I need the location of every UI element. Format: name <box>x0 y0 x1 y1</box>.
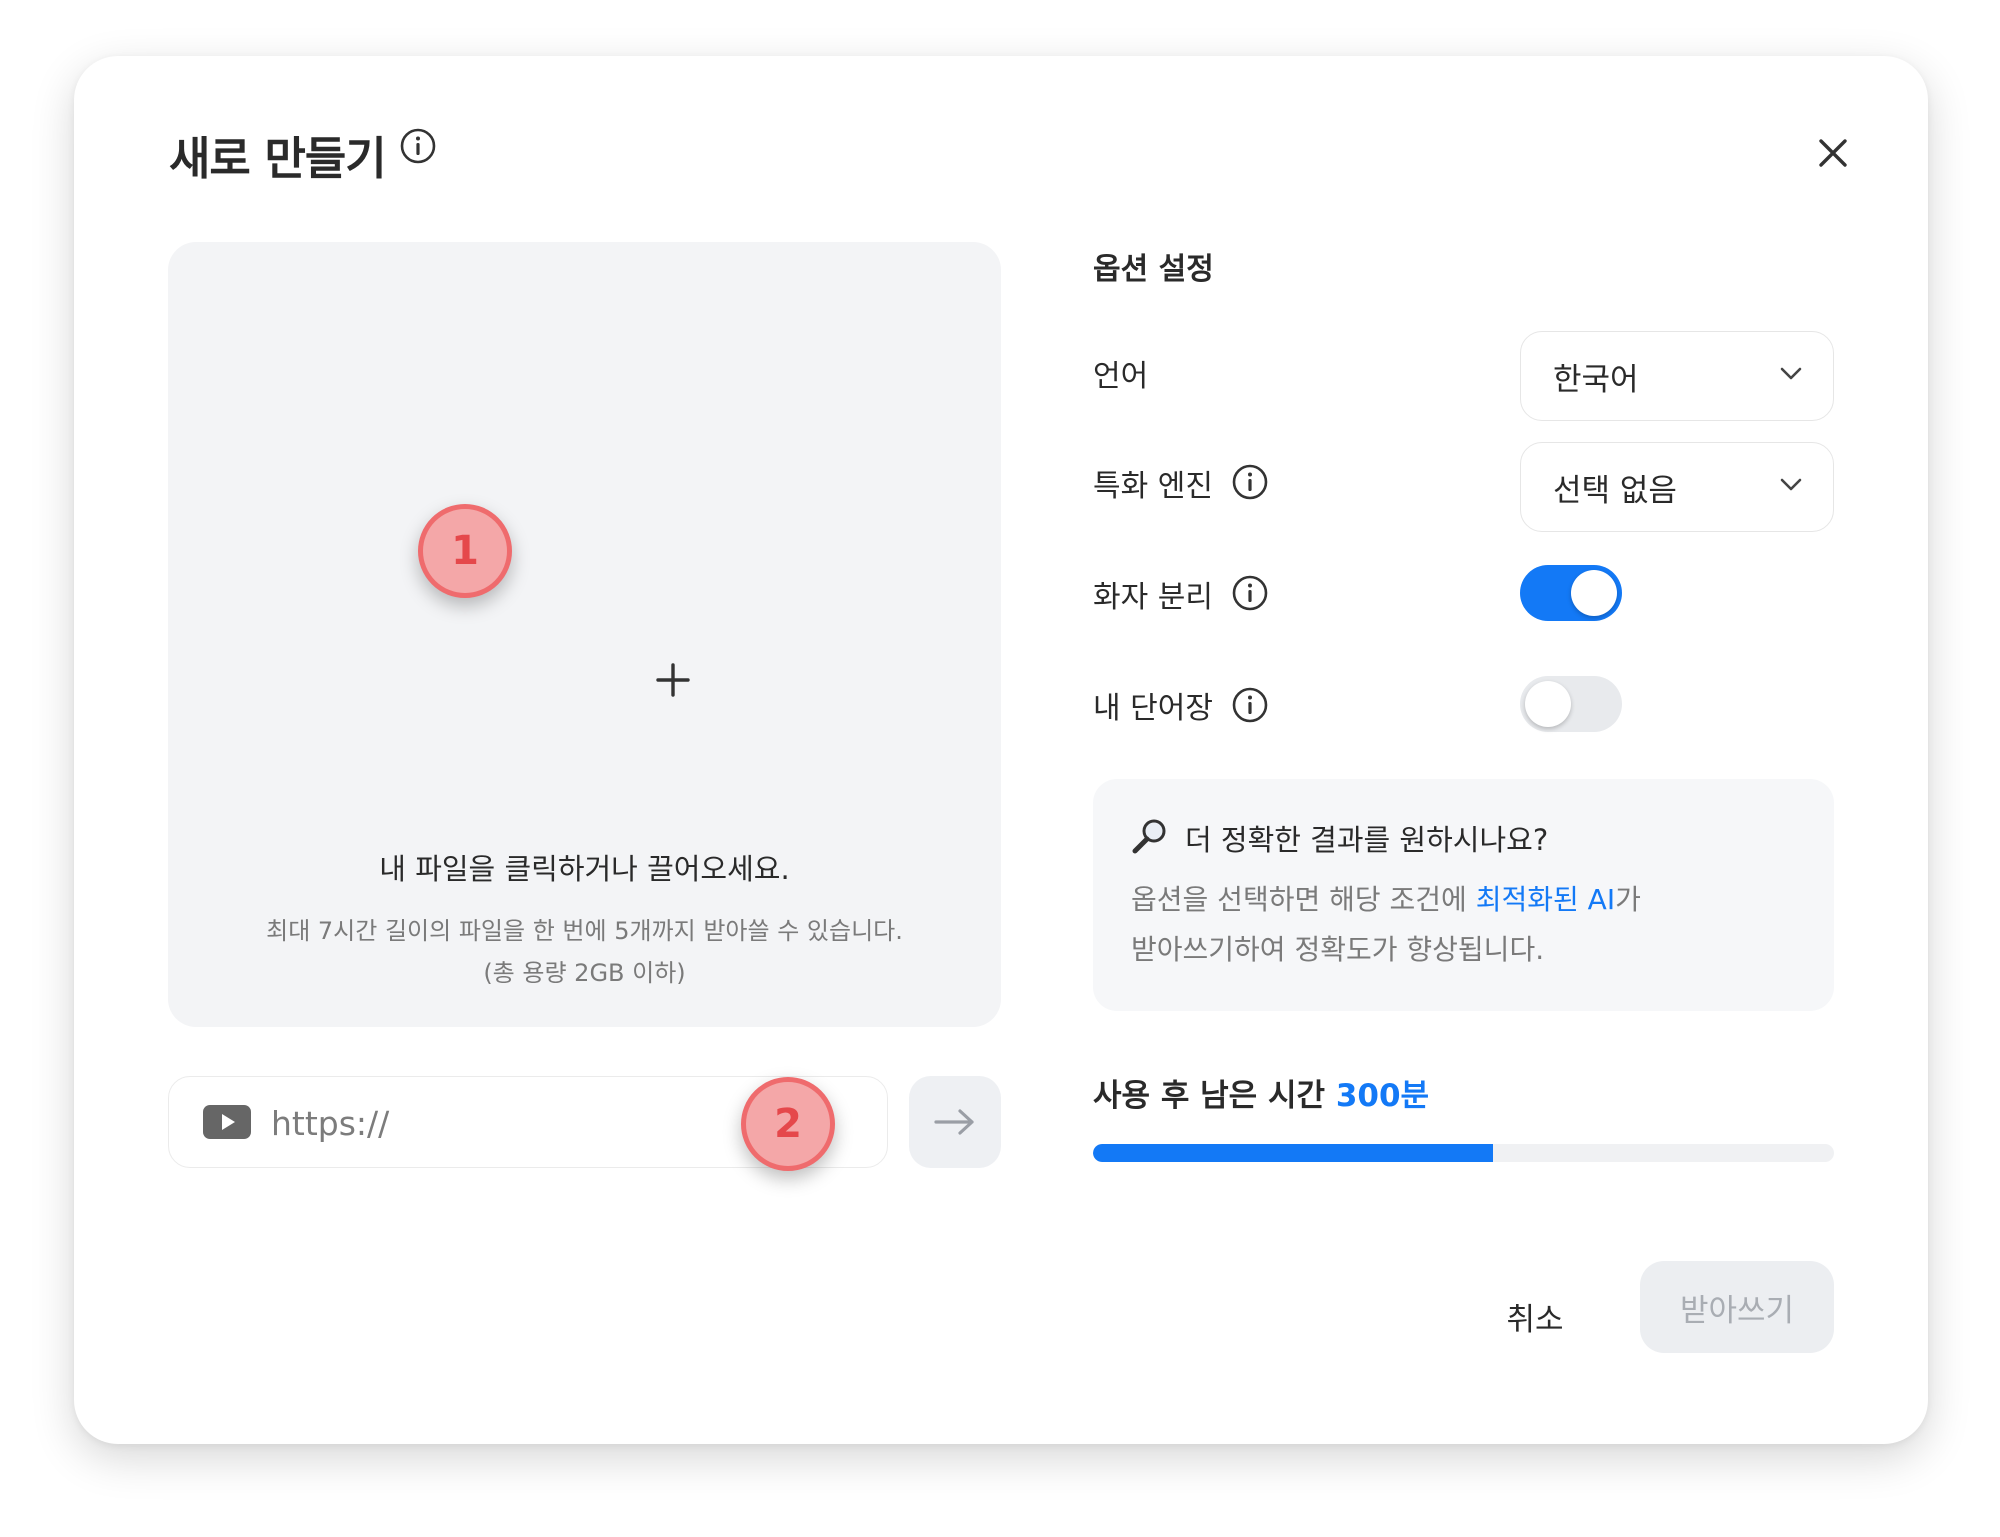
chevron-down-icon <box>1780 478 1802 491</box>
step-badge-1: 1 <box>418 504 512 598</box>
remaining-time-progress-fill <box>1093 1144 1494 1162</box>
language-label: 언어 <box>1093 359 1149 394</box>
url-input[interactable] <box>269 1093 723 1153</box>
toggle-knob <box>1571 570 1617 616</box>
youtube-icon <box>203 1105 251 1139</box>
close-button[interactable] <box>1808 128 1858 178</box>
plus-icon <box>656 663 690 697</box>
tip-title: 더 정확한 결과를 원하시나요? <box>1185 823 1549 857</box>
close-icon <box>1819 139 1847 167</box>
accuracy-tip-box: 더 정확한 결과를 원하시나요? 옵션을 선택하면 해당 조건에 최적화된 AI… <box>1093 779 1834 1011</box>
my-vocabulary-info-icon[interactable] <box>1231 686 1269 724</box>
step-badge-2: 2 <box>741 1077 835 1171</box>
tip-body-line1: 옵션을 선택하면 해당 조건에 최적화된 AI가 <box>1131 875 1641 925</box>
chevron-down-icon <box>1780 367 1802 380</box>
engine-select-value: 선택 없음 <box>1553 473 1677 509</box>
dropzone-limits: 최대 7시간 길이의 파일을 한 번에 5개까지 받아쓸 수 있습니다. (총 … <box>168 910 1001 994</box>
url-submit-button[interactable] <box>909 1076 1001 1168</box>
remaining-time-label: 사용 후 남은 시간 <box>1093 1078 1326 1114</box>
tip-body-text-1: 옵션을 선택하면 해당 조건에 <box>1131 883 1476 916</box>
remaining-time-progress <box>1093 1144 1834 1162</box>
arrow-right-icon <box>934 1109 974 1135</box>
remaining-time: 사용 후 남은 시간 300분 <box>1093 1070 1429 1115</box>
engine-select[interactable]: 선택 없음 <box>1520 442 1834 532</box>
engine-label: 특화 엔진 <box>1093 469 1213 504</box>
my-vocabulary-toggle[interactable] <box>1520 676 1622 732</box>
transcribe-button[interactable]: 받아쓰기 <box>1640 1261 1834 1353</box>
tip-body-text-2: 가 <box>1615 883 1641 916</box>
my-vocabulary-label: 내 단어장 <box>1093 691 1213 726</box>
toggle-knob <box>1525 681 1571 727</box>
tip-body: 옵션을 선택하면 해당 조건에 최적화된 AI가 받아쓰기하여 정확도가 향상됩… <box>1131 875 1641 975</box>
dropzone-instruction: 내 파일을 클릭하거나 끌어오세요. <box>379 852 790 886</box>
title-info-icon[interactable] <box>399 127 437 165</box>
cancel-button[interactable]: 취소 <box>1480 1286 1590 1346</box>
file-dropzone[interactable]: 내 파일을 클릭하거나 끌어오세요. 최대 7시간 길이의 파일을 한 번에 5… <box>168 242 1001 1027</box>
new-transcription-dialog: 새로 만들기 내 파일을 클릭하거나 끌어오세요. 최대 7시간 길이의 파일을… <box>74 56 1928 1444</box>
dropzone-limits-line1: 최대 7시간 길이의 파일을 한 번에 5개까지 받아쓸 수 있습니다. <box>266 917 903 945</box>
speaker-separation-toggle[interactable] <box>1520 565 1622 621</box>
speaker-separation-label: 화자 분리 <box>1093 580 1213 615</box>
tip-body-line2: 받아쓰기하여 정확도가 향상됩니다. <box>1131 933 1545 966</box>
options-section-title: 옵션 설정 <box>1093 252 1214 287</box>
language-select-value: 한국어 <box>1553 362 1639 398</box>
engine-info-icon[interactable] <box>1231 463 1269 501</box>
dropzone-limits-line2: (총 용량 2GB 이하) <box>483 959 686 987</box>
tip-body-highlight: 최적화된 AI <box>1475 883 1616 916</box>
dialog-title: 새로 만들기 <box>169 132 387 185</box>
remaining-time-value: 300분 <box>1335 1078 1430 1114</box>
language-select[interactable]: 한국어 <box>1520 331 1834 421</box>
speaker-separation-info-icon[interactable] <box>1231 574 1269 612</box>
magnifier-icon <box>1132 819 1166 854</box>
